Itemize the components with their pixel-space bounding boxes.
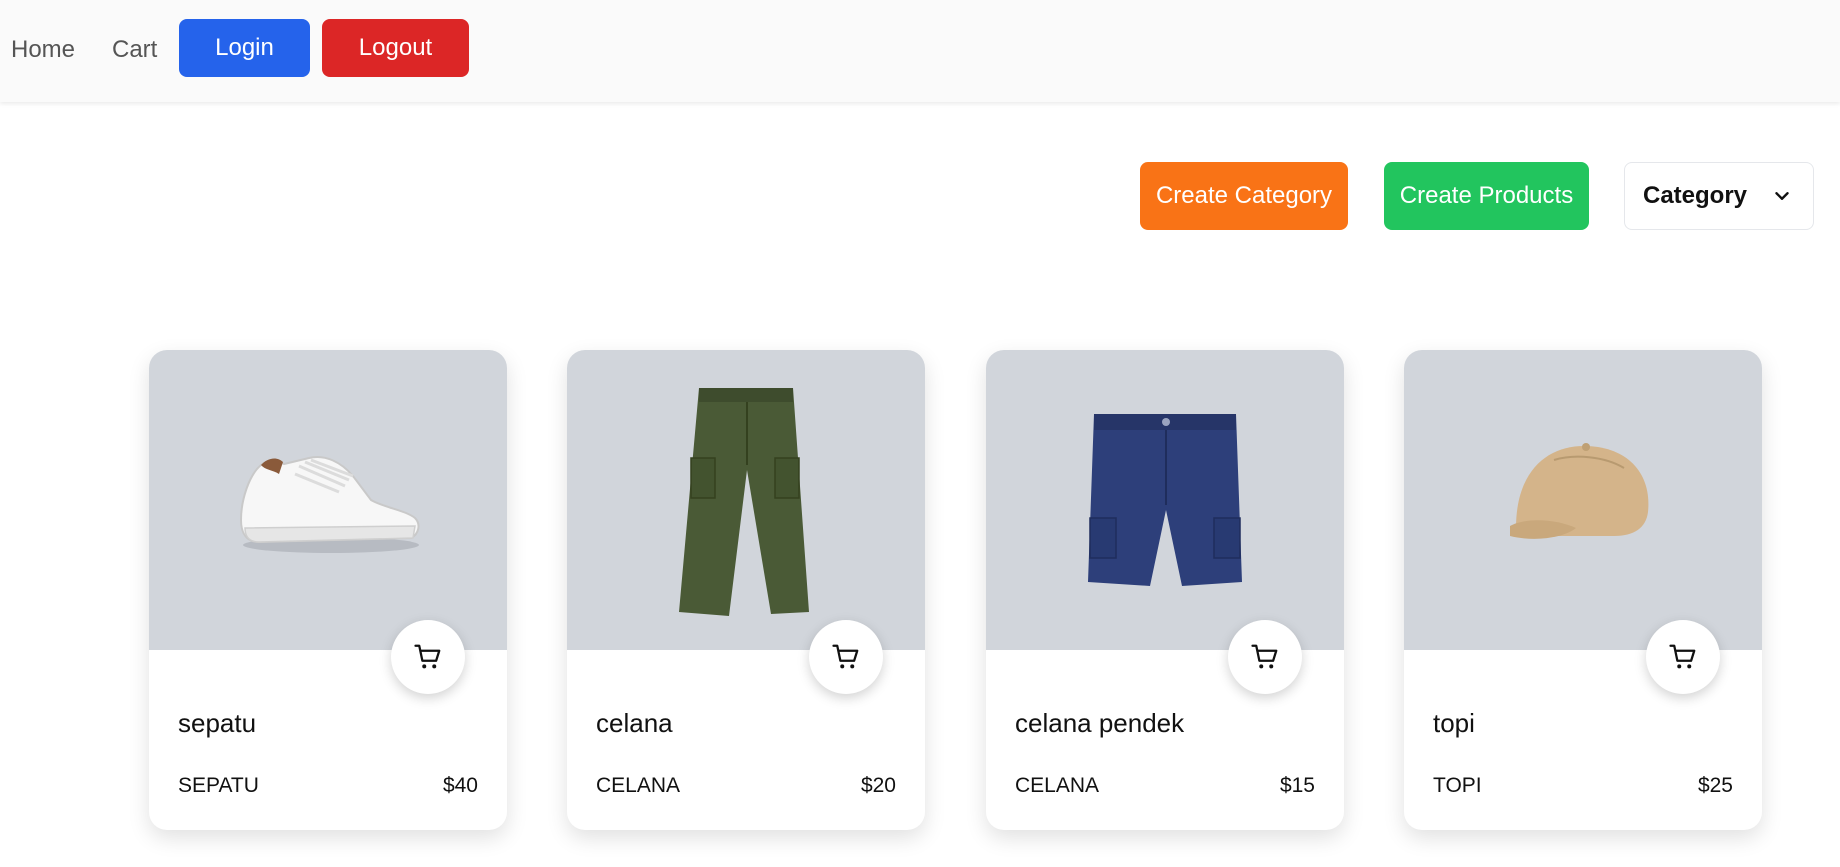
navbar: Home Cart Login Logout (0, 0, 1840, 102)
create-products-button[interactable]: Create Products (1384, 162, 1589, 230)
product-image (986, 350, 1344, 650)
chevron-down-icon (1775, 192, 1789, 200)
product-name: celana (596, 708, 673, 738)
product-card[interactable]: celana pendek CELANA $15 (986, 350, 1344, 830)
create-category-button[interactable]: Create Category (1140, 162, 1348, 230)
product-card[interactable]: sepatu SEPATU $40 (149, 350, 507, 830)
product-category: TOPI (1433, 774, 1482, 797)
green-cargo-pants-image (679, 388, 809, 616)
product-price: $20 (860, 774, 896, 797)
white-sneaker-image (239, 456, 420, 553)
cart-icon (1251, 644, 1278, 669)
add-to-cart-button[interactable] (1228, 620, 1302, 694)
product-price: $40 (442, 774, 478, 797)
product-name: sepatu (178, 708, 257, 738)
cart-icon (1669, 644, 1696, 669)
cart-icon (414, 644, 441, 669)
product-image (149, 350, 507, 650)
product-price: $15 (1279, 774, 1315, 797)
cart-icon (832, 644, 859, 669)
product-name: celana pendek (1015, 708, 1185, 738)
product-category: CELANA (1015, 774, 1100, 797)
add-to-cart-button[interactable] (391, 620, 465, 694)
login-button[interactable]: Login (179, 19, 310, 77)
logout-button[interactable]: Logout (322, 19, 469, 77)
product-image (1404, 350, 1762, 650)
product-category: SEPATU (178, 774, 259, 797)
category-select[interactable]: Category (1624, 162, 1814, 230)
add-to-cart-button[interactable] (809, 620, 883, 694)
beige-cap-image (1510, 443, 1649, 539)
product-card[interactable]: topi TOPI $25 (1404, 350, 1762, 830)
product-name: topi (1433, 708, 1475, 738)
product-category: CELANA (596, 774, 681, 797)
product-image (567, 350, 925, 650)
add-to-cart-button[interactable] (1646, 620, 1720, 694)
nav-cart-link[interactable]: Cart (112, 0, 157, 100)
navy-cargo-shorts-image (1088, 414, 1242, 586)
product-price: $25 (1697, 774, 1733, 797)
product-card[interactable]: celana CELANA $20 (567, 350, 925, 830)
category-select-label: Category (1643, 182, 1748, 209)
nav-home-link[interactable]: Home (11, 0, 75, 100)
